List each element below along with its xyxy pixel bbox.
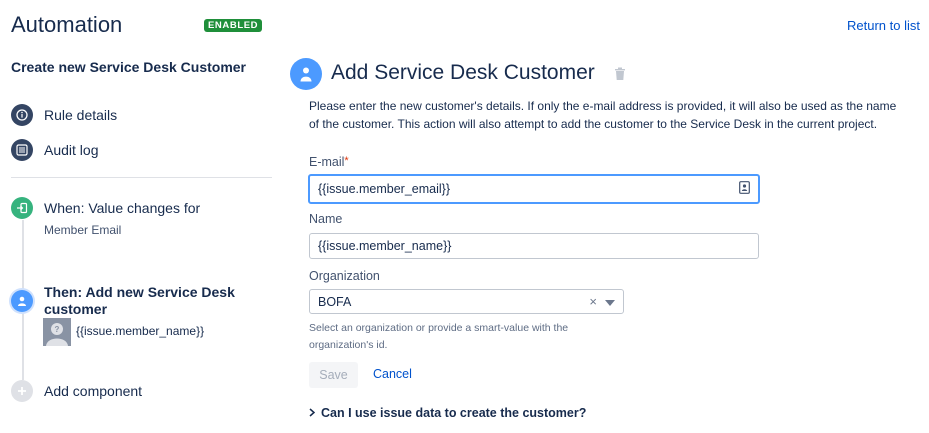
timeline-connector bbox=[22, 312, 24, 380]
organization-select[interactable]: BOFA × bbox=[309, 289, 624, 314]
save-button[interactable]: Save bbox=[309, 362, 358, 388]
action-step[interactable] bbox=[11, 290, 33, 312]
nav-audit-log-label: Audit log bbox=[44, 142, 99, 158]
cancel-button[interactable]: Cancel bbox=[373, 367, 412, 381]
return-to-list-link[interactable]: Return to list bbox=[847, 18, 920, 33]
status-badge: ENABLED bbox=[204, 19, 263, 32]
required-marker: * bbox=[344, 155, 349, 167]
organization-value: BOFA bbox=[318, 294, 352, 309]
user-icon bbox=[11, 290, 33, 312]
name-field-value: {{issue.member_name}} bbox=[318, 239, 452, 253]
app-title: Automation bbox=[11, 12, 123, 37]
chevron-right-icon bbox=[309, 406, 316, 420]
organization-label: Organization bbox=[309, 269, 380, 283]
list-icon bbox=[11, 139, 33, 161]
action-value: {{issue.member_name}} bbox=[76, 324, 205, 338]
chevron-down-icon[interactable] bbox=[605, 295, 615, 309]
info-icon bbox=[11, 104, 33, 126]
timeline-connector bbox=[22, 220, 24, 290]
plus-icon bbox=[11, 380, 33, 402]
trash-icon[interactable] bbox=[614, 67, 626, 86]
clear-icon[interactable]: × bbox=[589, 294, 597, 309]
nav-rule-details-label: Rule details bbox=[44, 107, 118, 123]
add-component-button[interactable] bbox=[11, 380, 33, 402]
rule-name: Create new Service Desk Customer bbox=[11, 59, 246, 75]
faq-toggle[interactable]: Can I use issue data to create the custo… bbox=[309, 406, 586, 420]
sidebar-divider bbox=[11, 177, 272, 178]
action-description: Please enter the new customer's details.… bbox=[309, 99, 897, 131]
add-component-label[interactable]: Add component bbox=[44, 383, 142, 400]
email-field-value: {{issue.member_email}} bbox=[318, 182, 451, 196]
trigger-step[interactable] bbox=[11, 197, 33, 219]
nav-audit-log[interactable]: Audit log bbox=[11, 138, 98, 162]
smart-value-icon[interactable] bbox=[739, 181, 750, 197]
action-title[interactable]: Then: Add new Service Desk customer bbox=[44, 284, 259, 318]
svg-text:?: ? bbox=[55, 325, 60, 334]
organization-help-text: Select an organization or provide a smar… bbox=[309, 322, 569, 351]
name-field[interactable]: {{issue.member_name}} bbox=[309, 233, 759, 259]
trigger-subtitle: Member Email bbox=[44, 223, 122, 237]
trigger-title[interactable]: When: Value changes for bbox=[44, 200, 200, 217]
nav-rule-details[interactable]: Rule details bbox=[11, 103, 117, 127]
email-field[interactable]: {{issue.member_email}} bbox=[308, 174, 760, 204]
faq-label: Can I use issue data to create the custo… bbox=[321, 406, 587, 420]
email-label-text: E-mail bbox=[309, 155, 345, 169]
trigger-icon bbox=[11, 197, 33, 219]
customer-avatar-icon bbox=[290, 58, 322, 90]
page-title: Add Service Desk Customer bbox=[331, 61, 595, 84]
email-label: E-mail* bbox=[309, 155, 349, 169]
avatar-placeholder-icon: ? bbox=[43, 318, 71, 346]
name-label: Name bbox=[309, 212, 343, 226]
